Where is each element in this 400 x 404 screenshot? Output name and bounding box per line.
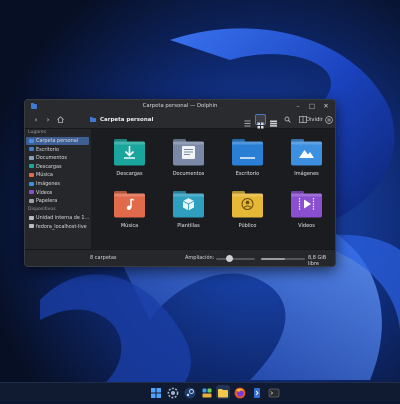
breadcrumb[interactable]: Carpeta personal xyxy=(100,114,153,126)
template-cube-icon xyxy=(173,191,204,218)
settings-icon[interactable] xyxy=(166,385,180,399)
download-arrow-icon xyxy=(114,139,145,166)
document-lines-icon xyxy=(173,139,204,166)
zoom-label: Ampliación: xyxy=(185,255,215,261)
item-count: 8 carpetas xyxy=(90,255,117,261)
sidebar-place-item-label: Descargas xyxy=(36,163,62,170)
back-arrow-icon[interactable]: ‹ xyxy=(31,114,41,126)
toolbar: ‹ › Carpeta personal Dividir xyxy=(25,112,335,129)
file-manager-icon[interactable] xyxy=(216,385,230,399)
sidebar-place-item[interactable]: Carpeta personal xyxy=(26,137,89,145)
icons-view-button[interactable] xyxy=(255,114,266,129)
desktop-icon xyxy=(232,139,263,166)
videos-folder-icon xyxy=(29,190,34,195)
folder-label: Documentos xyxy=(172,171,205,177)
disk-space-fill xyxy=(261,258,286,260)
widgets-icon[interactable] xyxy=(200,385,214,399)
dolphin-window: Carpeta personal — Dolphin – □ ✕ ‹ › Car… xyxy=(24,99,336,267)
folder-label: Escritorio xyxy=(235,171,260,177)
trash-icon xyxy=(29,198,34,203)
folder-item[interactable]: Descargas xyxy=(102,133,157,185)
folder-label: Plantillas xyxy=(177,223,200,229)
minimize-button[interactable]: – xyxy=(291,100,305,112)
sidebar-device-item-label: Unidad interna de 1… xyxy=(36,215,89,221)
folder-icon xyxy=(89,114,97,126)
sidebar-place-item[interactable]: Imágenes xyxy=(26,180,89,188)
folder-label: Imágenes xyxy=(294,171,319,177)
sidebar-place-item[interactable]: Descargas xyxy=(26,163,89,171)
folder-label: Música xyxy=(120,223,139,229)
places-section-header: Lugares xyxy=(28,130,47,135)
menu-icon[interactable] xyxy=(324,114,334,126)
folder-item[interactable]: Documentos xyxy=(161,133,216,185)
sidebar-place-item-label: Documentos xyxy=(36,155,67,162)
folder-item[interactable]: Música xyxy=(102,185,157,237)
person-icon xyxy=(232,191,263,218)
windows-start-icon[interactable] xyxy=(149,385,163,399)
places-panel: Lugares Carpeta personal Escritorio Docume… xyxy=(25,129,91,249)
music-note-icon xyxy=(114,191,145,218)
folder-item[interactable]: Imágenes xyxy=(279,133,334,185)
kde-connect-icon[interactable] xyxy=(250,385,264,399)
sidebar-place-item[interactable]: Vídeos xyxy=(26,189,89,197)
folder-label: Público xyxy=(238,223,257,229)
terminal-icon[interactable] xyxy=(267,385,281,399)
documents-folder-icon xyxy=(29,155,34,160)
steam-icon[interactable] xyxy=(183,385,197,399)
folder-item[interactable]: Público xyxy=(220,185,275,237)
music-folder-icon xyxy=(29,172,34,177)
sidebar-place-item[interactable]: Documentos xyxy=(26,154,89,162)
file-view: Descargas Documentos Escritorio Imágenes Mús… xyxy=(91,129,335,249)
compact-view-button[interactable] xyxy=(268,114,279,127)
taskbar xyxy=(0,382,400,401)
home-icon[interactable] xyxy=(55,114,65,126)
folder-item[interactable]: Vídeos xyxy=(279,185,334,237)
folder-label: Vídeos xyxy=(298,223,315,229)
sidebar-device-item[interactable]: fedora_localhost-live xyxy=(26,223,89,231)
sidebar-device-item[interactable]: Unidad interna de 1… xyxy=(26,214,89,222)
disk-space-bar xyxy=(261,258,305,260)
pictures-folder-icon xyxy=(29,181,34,186)
details-view-button[interactable] xyxy=(242,114,253,127)
folder-item[interactable]: Escritorio xyxy=(220,133,275,185)
sidebar-place-item-label: Escritorio xyxy=(36,146,59,153)
status-bar: 8 carpetas Ampliación: 8,8 GiB libre xyxy=(25,249,335,267)
sidebar-place-item-label: Música xyxy=(36,172,53,179)
split-view-label[interactable]: Dividir xyxy=(306,114,323,126)
folder-item[interactable]: Plantillas xyxy=(161,185,216,237)
window-title: Carpeta personal — Dolphin xyxy=(142,103,218,109)
drive-icon xyxy=(29,215,34,220)
drive-icon xyxy=(29,224,34,229)
forward-arrow-icon[interactable]: › xyxy=(43,114,53,126)
sidebar-device-item-label: fedora_localhost-live xyxy=(36,223,87,230)
folder-label: Descargas xyxy=(116,171,143,177)
sidebar-place-item-label: Carpeta personal xyxy=(36,138,79,144)
sidebar-place-item[interactable]: Música xyxy=(26,171,89,179)
firefox-icon[interactable] xyxy=(233,385,247,399)
maximize-button[interactable]: □ xyxy=(305,100,319,112)
zoom-slider[interactable] xyxy=(216,258,255,260)
sidebar-place-item[interactable]: Escritorio xyxy=(26,146,89,154)
zoom-slider-handle[interactable] xyxy=(226,255,234,262)
sidebar-place-item-label: Papelera xyxy=(36,198,58,205)
devices-section-header: Dispositivos xyxy=(28,207,56,212)
mountain-image-icon xyxy=(291,139,322,166)
sidebar-place-item[interactable]: Papelera xyxy=(26,197,89,205)
sidebar-place-item-label: Imágenes xyxy=(36,181,60,187)
play-icon xyxy=(291,191,322,218)
title-bar[interactable]: Carpeta personal — Dolphin – □ ✕ xyxy=(25,100,335,112)
home-folder-icon xyxy=(29,138,34,143)
desktop-folder-icon xyxy=(29,147,34,152)
search-icon[interactable] xyxy=(282,114,292,126)
sidebar-place-item-label: Vídeos xyxy=(36,189,53,196)
free-space-label: 8,8 GiB libre xyxy=(308,255,327,267)
downloads-folder-icon xyxy=(29,164,34,169)
close-button[interactable]: ✕ xyxy=(319,100,333,112)
